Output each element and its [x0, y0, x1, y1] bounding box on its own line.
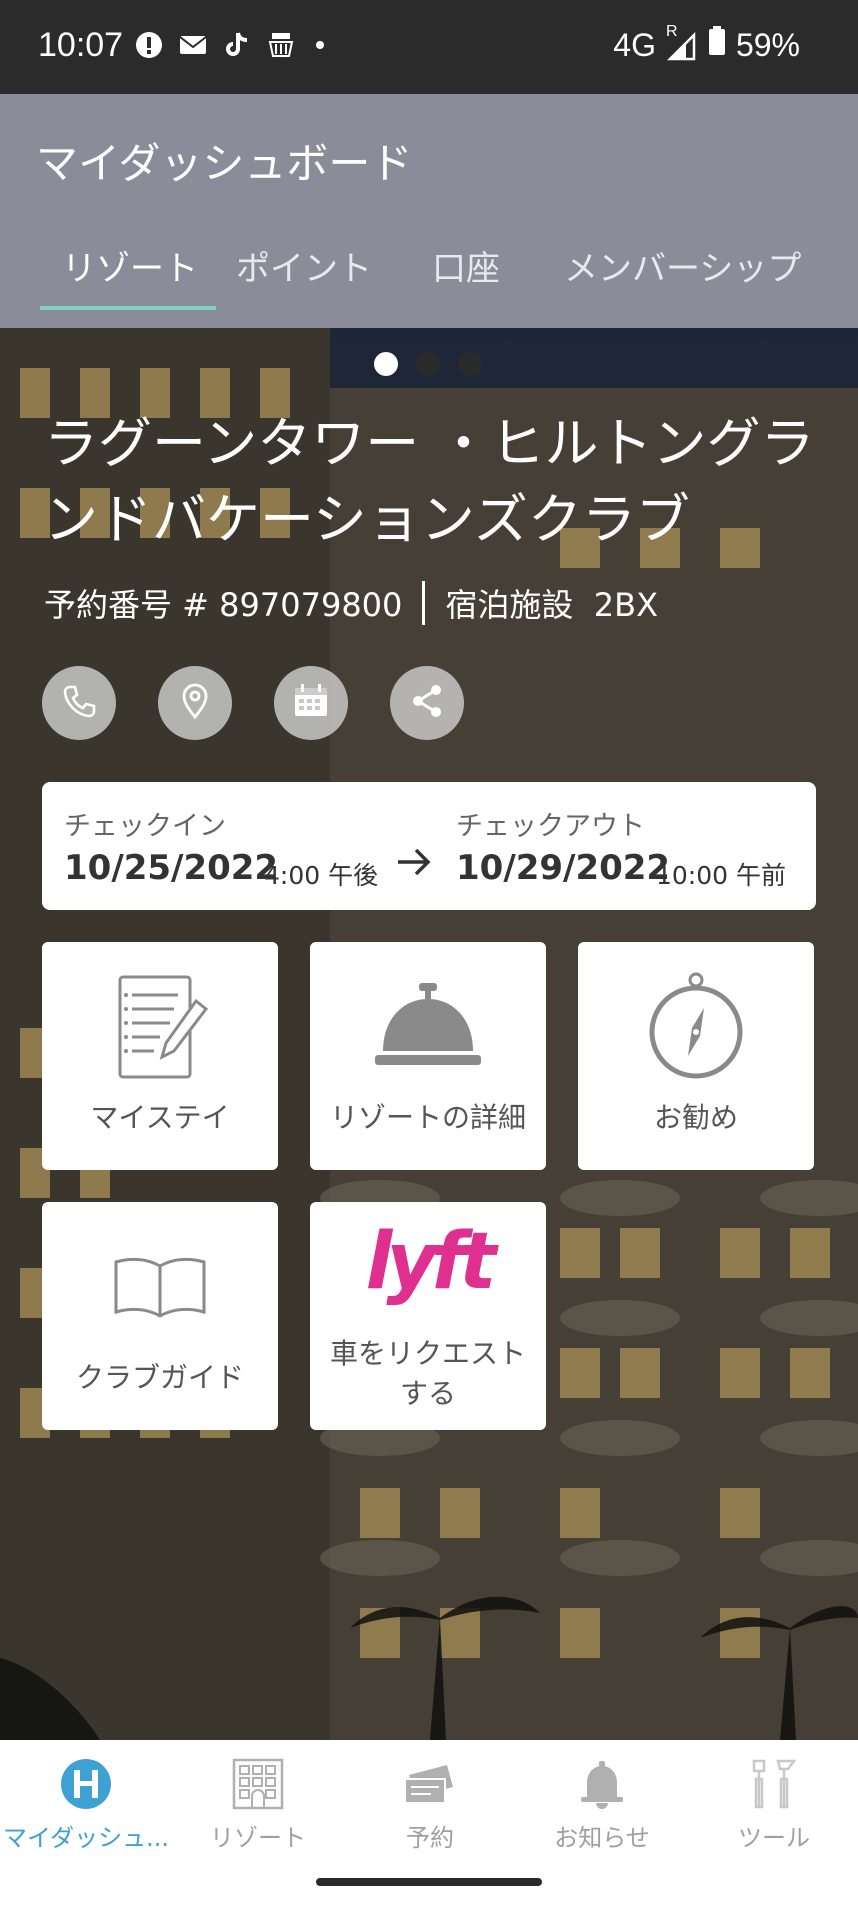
battery-percent: 59% — [735, 26, 800, 63]
checkin-date: 10/25/2022 — [64, 848, 279, 888]
roaming-indicator: R — [665, 23, 678, 40]
tile-my-stay[interactable]: マイステイ — [42, 942, 278, 1170]
app-header: マイダッシュボード リゾート ポイント 口座 メンバーシップ — [0, 94, 858, 328]
checkout-label: チェックアウト — [456, 811, 645, 842]
nav-resorts[interactable]: リゾート — [172, 1740, 344, 1856]
ticket-icon — [344, 1758, 516, 1810]
home-indicator[interactable] — [316, 1878, 542, 1886]
nav-label: お知らせ — [554, 1824, 650, 1852]
status-bar: 10:07 4G R 59% — [0, 0, 858, 94]
resort-name: ラグーンタワー ・ヒルトングランドバケーションズクラブ — [44, 412, 815, 551]
call-button[interactable] — [42, 666, 116, 740]
tools-icon — [688, 1758, 858, 1810]
tile-request-ride[interactable]: lyft 車をリクエスト する — [310, 1202, 546, 1430]
tile-recommendations[interactable]: お勧め — [578, 942, 814, 1170]
nav-notifications[interactable]: お知らせ — [516, 1740, 688, 1856]
system-indicators: 4G R 59% — [613, 23, 800, 64]
checkout-date: 10/29/2022 — [456, 848, 671, 888]
tile-label: 車をリクエスト する — [310, 1334, 546, 1414]
carousel-indicator[interactable] — [374, 352, 482, 376]
notepad-icon — [42, 972, 278, 1082]
tile-resort-details[interactable]: リゾートの詳細 — [310, 942, 546, 1170]
tile-label-line-1: 車をリクエスト — [329, 1337, 526, 1370]
nav-label: リゾート — [210, 1824, 306, 1852]
mail-icon — [178, 30, 208, 60]
tile-label: クラブガイド — [75, 1361, 244, 1394]
tab-resort[interactable]: リゾート — [62, 234, 198, 328]
nav-label: マイダッシュ... — [3, 1824, 169, 1852]
reservation-info: 予約番号 # 897079800 宿泊施設 2BX — [44, 580, 658, 626]
share-icon — [407, 681, 447, 725]
tab-bar: リゾート ポイント 口座 メンバーシップ — [0, 234, 858, 328]
divider — [422, 581, 426, 625]
resort-hero[interactable]: ラグーンタワー ・ヒルトングランドバケーションズクラブ 予約番号 # 89707… — [0, 328, 858, 1740]
hilton-h-icon — [0, 1758, 172, 1810]
calendar-icon — [289, 679, 333, 727]
stay-dates-card: チェックイン 10/25/2022 4:00 午後 チェックアウト 10/29/… — [42, 782, 816, 910]
nav-my-dashboard[interactable]: マイダッシュ... — [0, 1740, 172, 1856]
gesture-bar — [0, 1856, 858, 1907]
share-button[interactable] — [390, 666, 464, 740]
tab-account[interactable]: 口座 — [432, 234, 500, 328]
active-tab-indicator — [40, 306, 216, 310]
tile-label: リゾートの詳細 — [329, 1101, 526, 1134]
nav-label: 予約 — [406, 1824, 454, 1852]
add-to-calendar-button[interactable] — [274, 666, 348, 740]
signal-icon: R — [666, 23, 698, 61]
carousel-dot-3[interactable] — [458, 352, 482, 376]
tile-club-guide[interactable]: クラブガイド — [42, 1202, 278, 1430]
checkin-time: 4:00 午後 — [264, 861, 379, 890]
tile-label: マイステイ — [90, 1101, 230, 1134]
open-book-icon — [42, 1232, 278, 1342]
compass-icon — [578, 972, 814, 1082]
tiktok-icon — [222, 30, 252, 60]
status-time: 10:07 — [38, 26, 124, 64]
location-pin-icon — [175, 681, 215, 725]
lyft-logo-text: lyft — [365, 1217, 497, 1307]
arrow-right-icon — [394, 842, 434, 886]
tab-points[interactable]: ポイント — [236, 234, 372, 328]
tile-label: お勧め — [653, 1101, 738, 1134]
nav-tools[interactable]: ツール — [688, 1740, 858, 1856]
notification-icons — [134, 30, 324, 60]
service-bell-icon — [310, 972, 546, 1082]
carousel-dot-1[interactable] — [374, 352, 398, 376]
building-icon — [172, 1758, 344, 1810]
tab-membership[interactable]: メンバーシップ — [564, 234, 801, 328]
quick-actions — [42, 666, 464, 740]
network-type: 4G — [613, 26, 656, 63]
tile-label-line-2: する — [399, 1377, 456, 1410]
nav-reservations[interactable]: 予約 — [344, 1740, 516, 1856]
nav-label: ツール — [738, 1824, 810, 1852]
bell-icon — [516, 1758, 688, 1810]
battery-icon — [708, 26, 726, 64]
more-notifications-dot — [316, 41, 324, 49]
phone-icon — [59, 681, 99, 725]
unit-type: 宿泊施設 2BX — [445, 586, 658, 624]
bottom-navigation: マイダッシュ... リゾート 予約 お知らせ ツール — [0, 1740, 858, 1856]
alert-icon — [134, 30, 164, 60]
shopping-basket-icon — [266, 30, 296, 60]
reservation-number: 予約番号 # 897079800 — [44, 586, 403, 624]
checkout-time: 10:00 午前 — [656, 861, 786, 890]
checkin-label: チェックイン — [64, 811, 226, 842]
carousel-dot-2[interactable] — [416, 352, 440, 376]
lyft-logo: lyft — [310, 1212, 546, 1312]
map-button[interactable] — [158, 666, 232, 740]
page-title: マイダッシュボード — [36, 139, 413, 188]
